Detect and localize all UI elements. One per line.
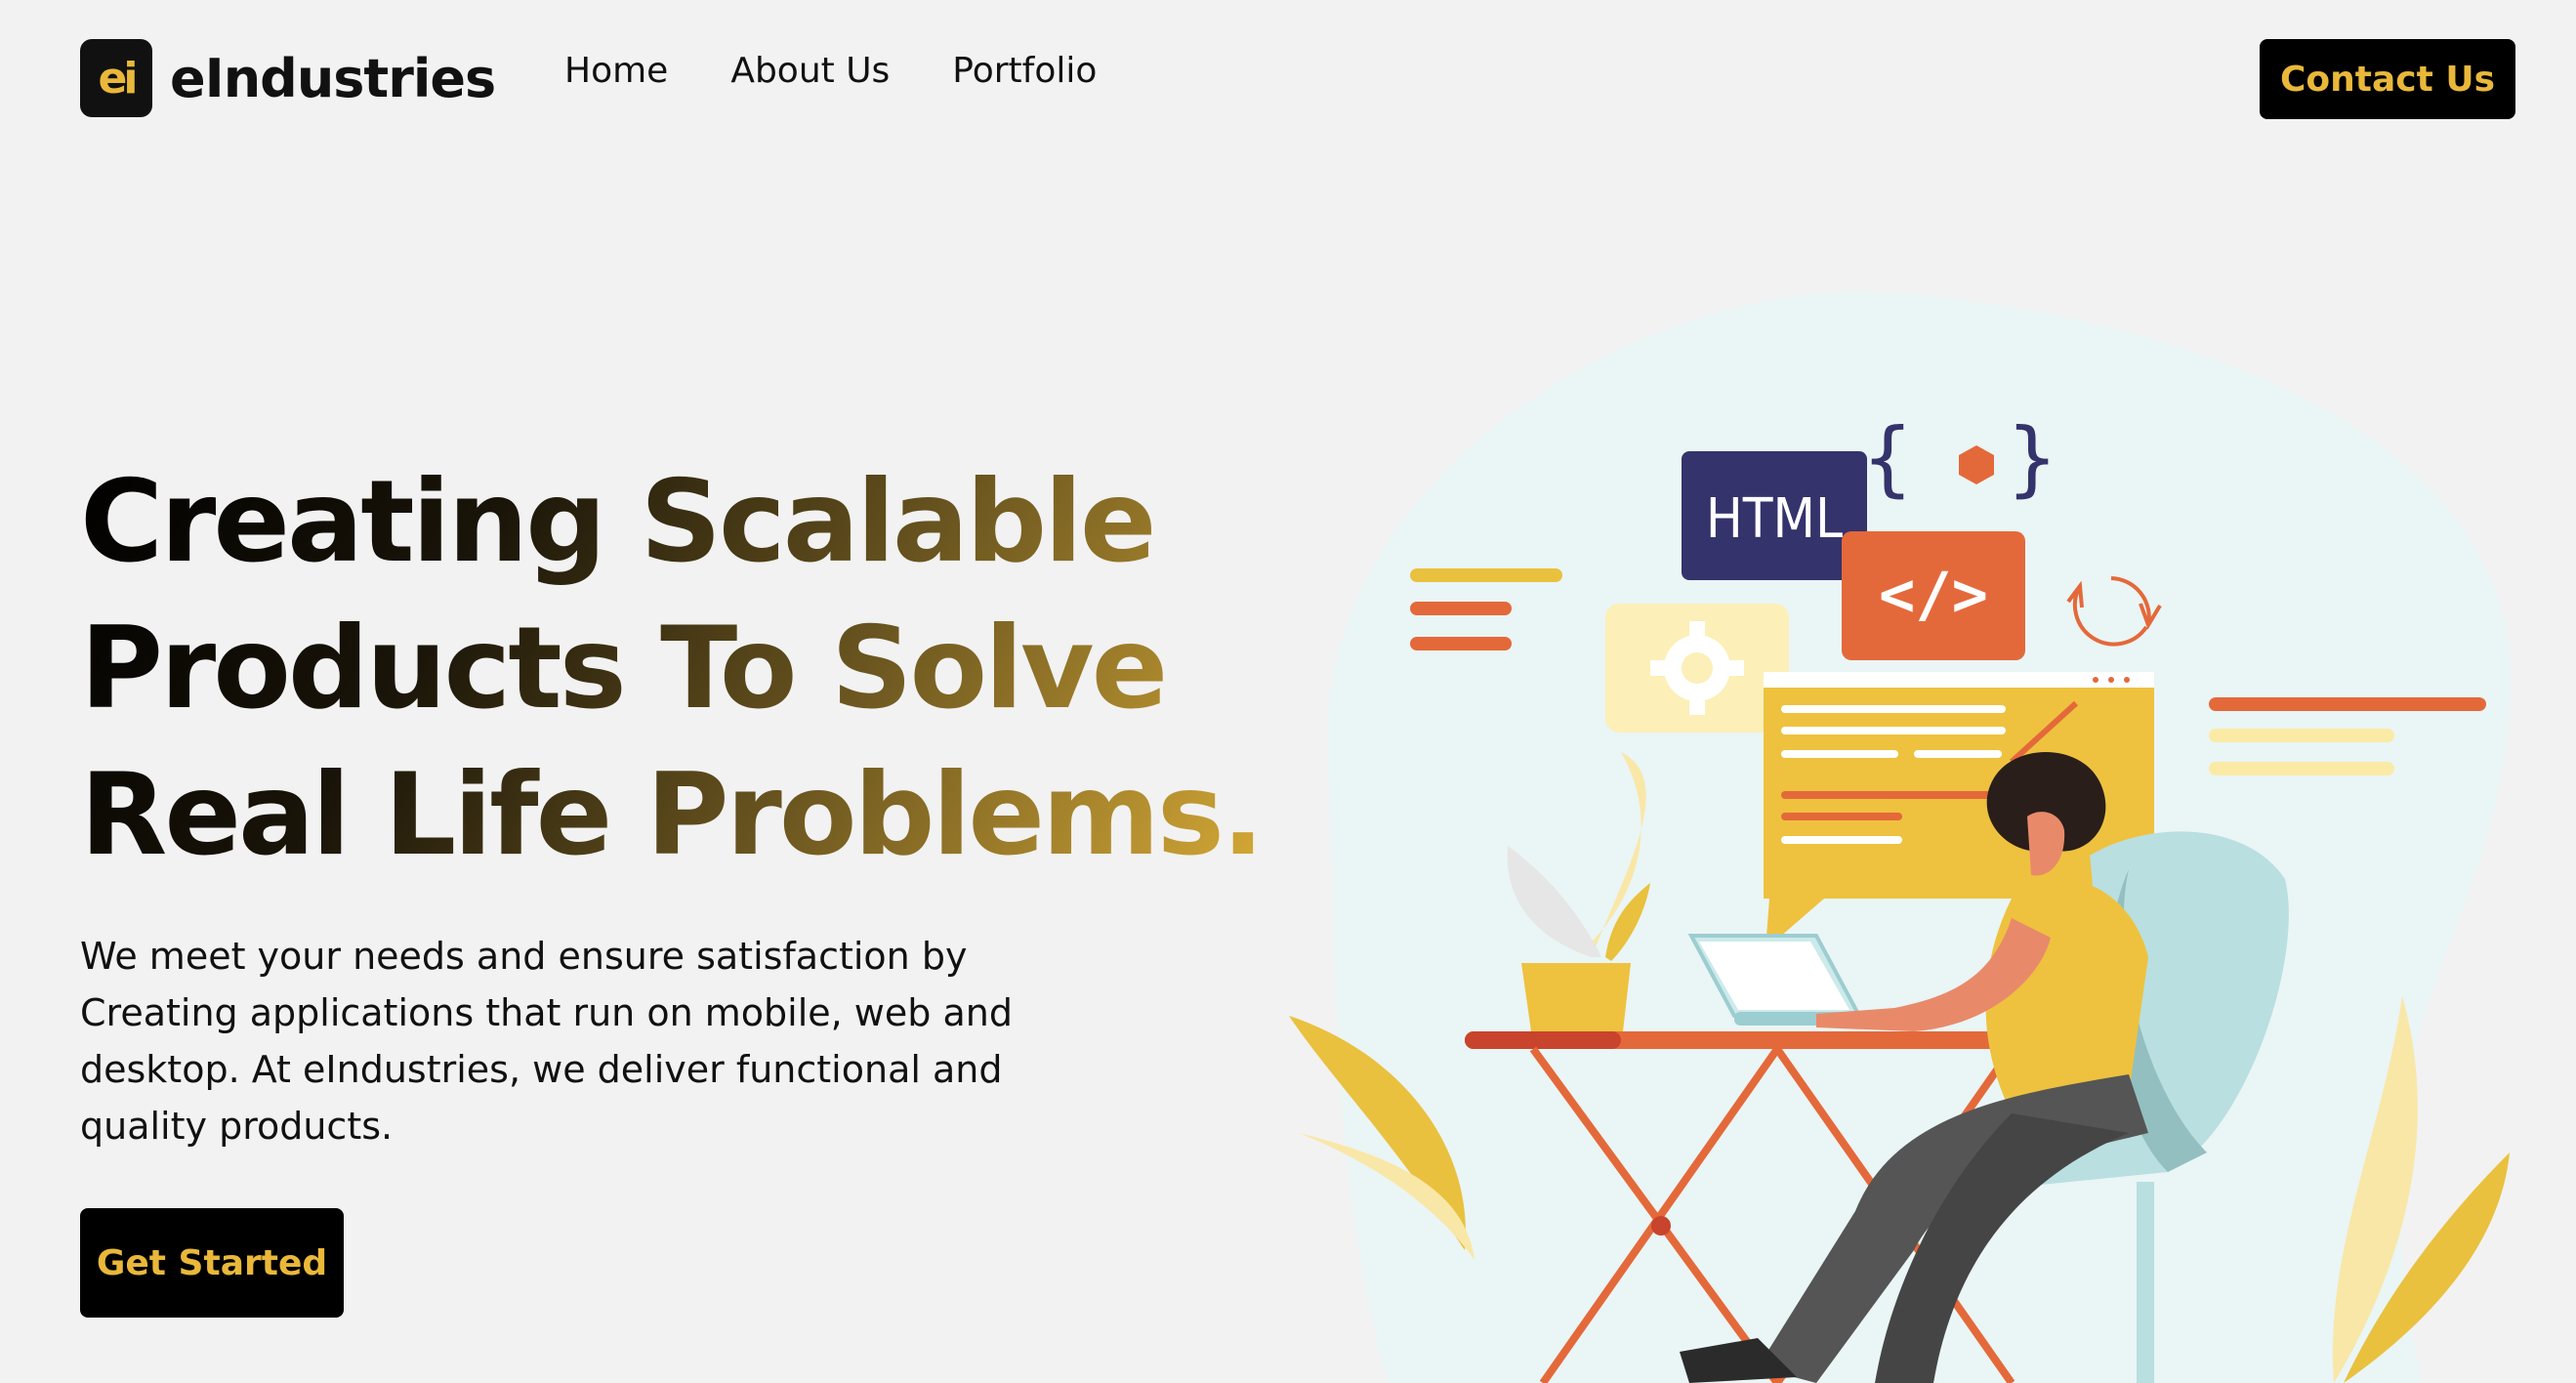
hero-title: Creating Scalable Products To Solve Real… [80, 449, 1350, 889]
deco-line-cream-right-2 [2209, 762, 2394, 775]
html-badge-label: HTML [1706, 487, 1843, 551]
hero-subtitle: We meet your needs and ensure satisfacti… [80, 935, 1013, 1148]
nav-item-portfolio[interactable]: Portfolio [952, 51, 1097, 91]
deco-line-yellow-left [1410, 568, 1562, 582]
window-dot [2093, 677, 2098, 683]
logo-mark-icon: ei [80, 39, 152, 117]
deco-line-orange-right [2209, 697, 2486, 711]
window-dot [2108, 677, 2114, 683]
nav-item-about-us[interactable]: About Us [730, 51, 890, 91]
desk-joint [1651, 1216, 1671, 1236]
get-started-button[interactable]: Get Started [80, 1208, 344, 1318]
site-header: ei eIndustries Home About Us Portfolio C… [0, 0, 2576, 147]
chair-stem [2137, 1182, 2154, 1383]
contact-us-button[interactable]: Contact Us [2260, 39, 2515, 119]
window-dot [2124, 677, 2130, 683]
deco-line-orange-left-1 [1410, 602, 1512, 615]
code-badge-label: </> [1879, 559, 1988, 630]
main-nav: Home About Us Portfolio [564, 51, 1097, 91]
deco-line-cream-right-1 [2209, 729, 2394, 742]
logo[interactable]: ei eIndustries [80, 39, 496, 117]
deco-line-orange-left-2 [1410, 637, 1512, 650]
hero-illustration: HTML </> { } [1289, 291, 2512, 1383]
plant-pot [1521, 963, 1631, 1031]
brand-name: eIndustries [170, 47, 496, 109]
nav-item-home[interactable]: Home [564, 51, 668, 91]
